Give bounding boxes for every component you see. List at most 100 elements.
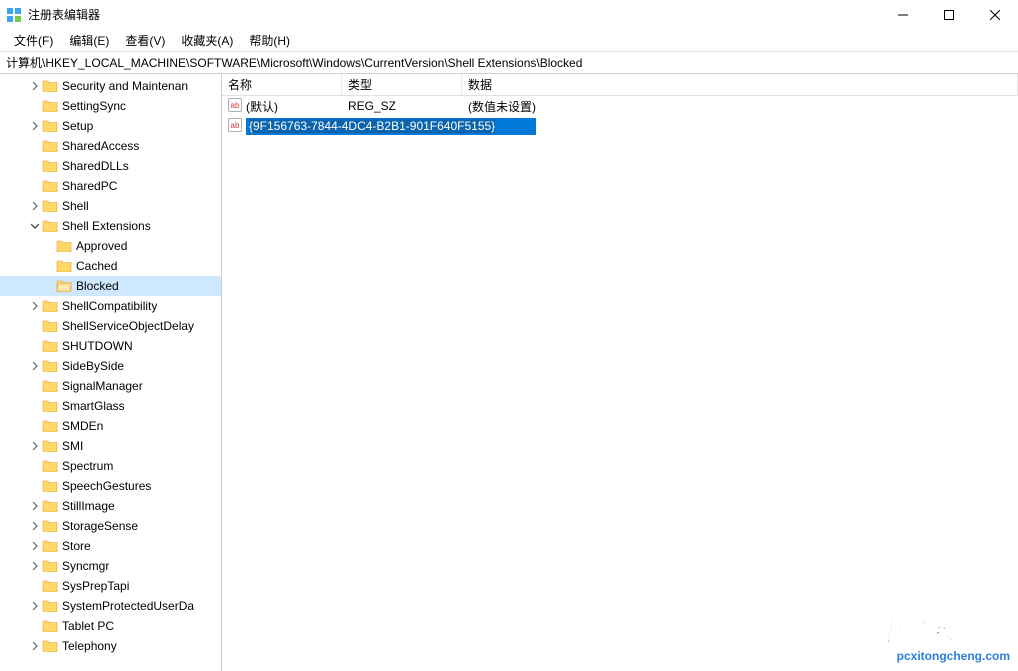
folder-icon [56,238,76,255]
minimize-button[interactable] [880,0,926,30]
folder-icon [42,578,62,595]
svg-text:ab: ab [231,101,240,110]
folder-icon [42,418,62,435]
tree-item[interactable]: Setup [0,116,221,136]
folder-icon [56,258,76,275]
chevron-right-icon[interactable] [28,562,42,570]
window-controls [880,0,1018,30]
chevron-right-icon[interactable] [28,542,42,550]
tree-item[interactable]: SharedAccess [0,136,221,156]
folder-icon [42,638,62,655]
tree-item[interactable]: SharedPC [0,176,221,196]
menu-view[interactable]: 查看(V) [117,30,173,51]
chevron-right-icon[interactable] [28,362,42,370]
tree-item[interactable]: Shell [0,196,221,216]
chevron-right-icon[interactable] [28,122,42,130]
chevron-right-icon[interactable] [28,302,42,310]
folder-icon [42,318,62,335]
chevron-down-icon[interactable] [28,222,42,230]
chevron-right-icon[interactable] [28,502,42,510]
menu-help[interactable]: 帮助(H) [241,30,298,51]
address-bar[interactable]: 计算机\HKEY_LOCAL_MACHINE\SOFTWARE\Microsof… [0,52,1018,74]
tree-item[interactable]: SMDEn [0,416,221,436]
menu-favorites[interactable]: 收藏夹(A) [173,30,241,51]
tree-item[interactable]: Store [0,536,221,556]
tree-item[interactable]: SpeechGestures [0,476,221,496]
tree-item-label: SHUTDOWN [62,339,133,353]
tree-item-label: SysPrepTapi [62,579,129,593]
menubar: 文件(F) 编辑(E) 查看(V) 收藏夹(A) 帮助(H) [0,30,1018,52]
values-list: 名称 类型 数据 ab(默认)REG_SZ(数值未设置)ab 电脑系统城 pcx… [222,74,1018,671]
folder-icon [42,618,62,635]
folder-icon [42,498,62,515]
tree-item[interactable]: Cached [0,256,221,276]
folder-icon [42,478,62,495]
menu-file[interactable]: 文件(F) [6,30,61,51]
tree-item-label: ShellCompatibility [62,299,157,313]
column-type[interactable]: 类型 [342,74,462,95]
tree-item-label: SettingSync [62,99,126,113]
tree-item[interactable]: SignalManager [0,376,221,396]
column-data[interactable]: 数据 [462,74,1018,95]
app-icon [6,7,22,23]
tree-item[interactable]: SHUTDOWN [0,336,221,356]
tree-item-label: SideBySide [62,359,124,373]
tree-item[interactable]: SMI [0,436,221,456]
tree-item[interactable]: Approved [0,236,221,256]
tree-item-label: Blocked [76,279,119,293]
chevron-right-icon[interactable] [28,202,42,210]
tree-item[interactable]: StorageSense [0,516,221,536]
close-button[interactable] [972,0,1018,30]
tree-item[interactable]: Tablet PC [0,616,221,636]
folder-icon [42,598,62,615]
chevron-right-icon[interactable] [28,522,42,530]
list-rows[interactable]: ab(默认)REG_SZ(数值未设置)ab [222,96,1018,671]
svg-text:ab: ab [231,121,240,130]
string-value-icon: ab [228,98,246,115]
tree-item[interactable]: ShellCompatibility [0,296,221,316]
list-row[interactable]: ab [222,116,1018,136]
tree-item-label: SpeechGestures [62,479,151,493]
tree-item[interactable]: Shell Extensions [0,216,221,236]
tree-item[interactable]: SysPrepTapi [0,576,221,596]
tree-item-label: SharedDLLs [62,159,129,173]
tree-item[interactable]: SmartGlass [0,396,221,416]
chevron-right-icon[interactable] [28,602,42,610]
tree-item[interactable]: Spectrum [0,456,221,476]
tree-item-label: Setup [62,119,93,133]
rename-input[interactable] [246,118,536,135]
folder-icon [42,298,62,315]
list-header: 名称 类型 数据 [222,74,1018,96]
tree-item[interactable]: Syncmgr [0,556,221,576]
maximize-button[interactable] [926,0,972,30]
folder-icon [42,398,62,415]
chevron-right-icon[interactable] [28,82,42,90]
cell-name: ab [222,118,542,135]
tree-item[interactable]: Telephony [0,636,221,656]
registry-tree[interactable]: Security and Maintenan SettingSync Setup Sh… [0,74,222,671]
column-name[interactable]: 名称 [222,74,342,95]
tree-item[interactable]: SystemProtectedUserDa [0,596,221,616]
chevron-right-icon[interactable] [28,442,42,450]
menu-edit[interactable]: 编辑(E) [61,30,117,51]
tree-item[interactable]: SideBySide [0,356,221,376]
tree-item-label: SmartGlass [62,399,125,413]
folder-icon [42,118,62,135]
tree-item[interactable]: ShellServiceObjectDelay [0,316,221,336]
chevron-right-icon[interactable] [28,642,42,650]
folder-icon [42,78,62,95]
tree-item[interactable]: Blocked [0,276,221,296]
tree-item-label: SystemProtectedUserDa [62,599,194,613]
tree-item[interactable]: SettingSync [0,96,221,116]
cell-data: (数值未设置) [462,98,1018,115]
tree-item[interactable]: StillImage [0,496,221,516]
folder-icon [42,178,62,195]
list-row[interactable]: ab(默认)REG_SZ(数值未设置) [222,96,1018,116]
tree-item-label: StorageSense [62,519,138,533]
tree-item-label: Approved [76,239,127,253]
tree-item-label: Store [62,539,91,553]
tree-item[interactable]: Security and Maintenan [0,76,221,96]
tree-item-label: StillImage [62,499,115,513]
tree-item[interactable]: SharedDLLs [0,156,221,176]
folder-icon [42,198,62,215]
